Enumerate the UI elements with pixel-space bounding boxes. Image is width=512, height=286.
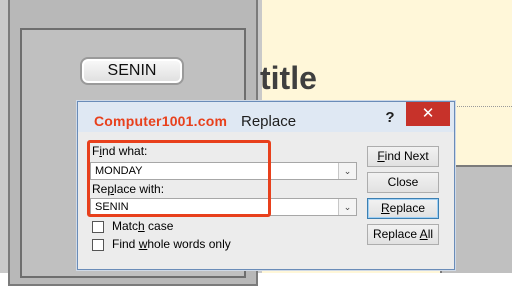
whole-words-checkbox[interactable] bbox=[92, 239, 104, 251]
help-button[interactable]: ? bbox=[378, 107, 402, 129]
whole-words-label[interactable]: Find whole words only bbox=[112, 237, 231, 251]
replace-button[interactable]: Replace bbox=[367, 198, 439, 219]
dialog-titlebar: Computer1001.com Replace ? ✕ bbox=[78, 102, 454, 132]
find-next-button[interactable]: Find Next bbox=[367, 146, 439, 167]
cabinet-label-plate: SENIN bbox=[80, 57, 184, 85]
close-icon[interactable]: ✕ bbox=[406, 102, 450, 126]
watermark-text: Computer1001.com bbox=[94, 113, 228, 129]
replace-all-button[interactable]: Replace All bbox=[367, 224, 439, 245]
chevron-down-icon[interactable]: ⌄ bbox=[338, 199, 356, 215]
highlight-box bbox=[87, 140, 271, 217]
close-button[interactable]: Close bbox=[367, 172, 439, 193]
replace-dialog: Computer1001.com Replace ? ✕ Find what: … bbox=[77, 101, 455, 270]
document-title: title bbox=[260, 60, 317, 96]
dialog-title: Replace bbox=[241, 113, 297, 130]
match-case-label[interactable]: Match case bbox=[112, 219, 173, 233]
match-case-checkbox[interactable] bbox=[92, 221, 104, 233]
chevron-down-icon[interactable]: ⌄ bbox=[338, 163, 356, 179]
